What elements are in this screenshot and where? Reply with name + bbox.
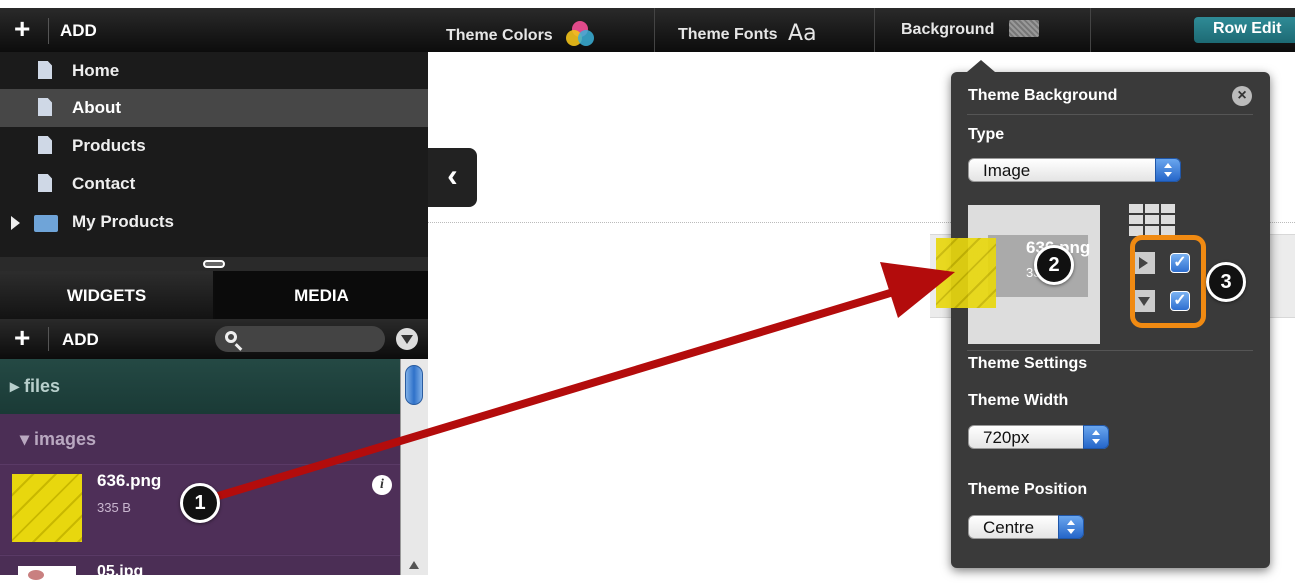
type-select[interactable]: Image bbox=[968, 158, 1181, 182]
folder-files-label: ▸ files bbox=[10, 376, 61, 396]
select-arrows-icon bbox=[1083, 425, 1109, 449]
theme-colors-label: Theme Colors bbox=[446, 27, 553, 44]
scrollbar-thumb[interactable] bbox=[405, 365, 423, 405]
tab-media[interactable]: MEDIA bbox=[215, 271, 428, 319]
popover-pointer bbox=[967, 60, 995, 72]
theme-toolbar: Theme Colors Theme Fonts Aa Background R… bbox=[428, 8, 1295, 52]
theme-colors-button[interactable]: Theme Colors bbox=[446, 20, 597, 48]
document-icon bbox=[38, 61, 52, 79]
add-media-plus-icon[interactable]: + bbox=[14, 321, 30, 355]
theme-background-panel: Theme Background × Type Image 636.png 33… bbox=[951, 60, 1270, 568]
image-thumbnail[interactable] bbox=[18, 566, 76, 586]
annotation-marker-1: 1 bbox=[180, 483, 220, 523]
theme-width-value: 720px bbox=[983, 428, 1030, 447]
divider bbox=[1090, 8, 1091, 52]
page-label: About bbox=[72, 98, 122, 117]
media-item-name: 636.png bbox=[97, 471, 162, 490]
panel-title: Theme Background bbox=[968, 87, 1118, 104]
folder-icon bbox=[34, 215, 58, 232]
add-page-plus-icon[interactable]: + bbox=[14, 12, 30, 46]
type-label: Type bbox=[968, 126, 1005, 143]
type-select-value: Image bbox=[983, 161, 1031, 180]
scroll-up-arrow-icon[interactable] bbox=[409, 561, 419, 569]
media-item-name: 05.jpg bbox=[97, 563, 144, 580]
page-label: Home bbox=[72, 61, 120, 80]
font-aa-icon: Aa bbox=[788, 21, 817, 46]
document-icon bbox=[38, 136, 52, 154]
page-label: Products bbox=[72, 136, 146, 155]
page-item-my-products[interactable]: My Products bbox=[0, 203, 428, 241]
splitter-grip-icon[interactable] bbox=[203, 260, 225, 268]
divider bbox=[48, 18, 49, 44]
document-icon bbox=[38, 174, 52, 192]
background-swatch-icon bbox=[1008, 20, 1039, 37]
canvas-image-thumbnail bbox=[936, 238, 996, 308]
page-item-contact[interactable]: Contact bbox=[0, 165, 428, 203]
tile-grid-icon bbox=[1129, 204, 1175, 236]
divider bbox=[48, 327, 49, 351]
divider bbox=[654, 8, 655, 52]
theme-position-label: Theme Position bbox=[968, 481, 1088, 498]
divider bbox=[874, 8, 875, 52]
folder-files[interactable]: ▸ files bbox=[0, 359, 400, 414]
panel-splitter[interactable] bbox=[0, 257, 428, 271]
theme-position-select[interactable]: Centre bbox=[968, 515, 1084, 539]
row-edit-button[interactable]: Row Edit bbox=[1194, 17, 1295, 43]
page-item-about[interactable]: About bbox=[0, 89, 428, 127]
pages-add-bar: + ADD bbox=[0, 8, 428, 52]
theme-fonts-label: Theme Fonts bbox=[678, 26, 778, 43]
page-item-home[interactable]: Home bbox=[0, 52, 428, 90]
media-item-size: 335 B bbox=[97, 500, 131, 515]
theme-width-label: Theme Width bbox=[968, 392, 1069, 409]
theme-width-select[interactable]: 720px bbox=[968, 425, 1109, 449]
color-circles-icon bbox=[566, 21, 595, 46]
media-scrollbar[interactable] bbox=[400, 359, 428, 575]
add-media-button[interactable]: ADD bbox=[62, 330, 99, 350]
close-icon[interactable]: × bbox=[1232, 86, 1252, 106]
expand-triangle-icon[interactable] bbox=[11, 216, 20, 230]
page-label: My Products bbox=[72, 212, 175, 231]
pages-tree: Home About Products Contact My Products bbox=[0, 52, 428, 257]
media-item[interactable]: 05.jpg bbox=[0, 555, 400, 586]
page-label: Contact bbox=[72, 174, 136, 193]
media-toolbar: + ADD bbox=[0, 319, 428, 359]
background-button[interactable]: Background bbox=[901, 20, 1039, 39]
collapse-sidebar-button[interactable]: ‹ bbox=[428, 148, 477, 207]
theme-fonts-button[interactable]: Theme Fonts Aa bbox=[678, 20, 817, 46]
document-icon bbox=[38, 98, 52, 116]
annotation-marker-3: 3 bbox=[1206, 262, 1246, 302]
divider bbox=[967, 114, 1253, 115]
annotation-marker-2: 2 bbox=[1034, 245, 1074, 285]
select-arrows-icon bbox=[1155, 158, 1181, 182]
dropdown-circle-icon[interactable] bbox=[396, 328, 418, 350]
widget-media-tabs: WIDGETS MEDIA bbox=[0, 271, 428, 319]
background-label: Background bbox=[901, 21, 995, 38]
page-item-products[interactable]: Products bbox=[0, 127, 428, 165]
info-icon[interactable]: i bbox=[372, 475, 392, 495]
add-page-button[interactable]: ADD bbox=[60, 21, 97, 41]
theme-position-value: Centre bbox=[983, 518, 1035, 537]
tab-widgets[interactable]: WIDGETS bbox=[0, 271, 213, 319]
image-thumbnail[interactable] bbox=[12, 474, 82, 542]
select-arrows-icon bbox=[1058, 515, 1084, 539]
folder-images-label[interactable]: ▾ images bbox=[20, 429, 96, 450]
highlight-box bbox=[1130, 235, 1206, 328]
divider bbox=[967, 350, 1253, 351]
top-border bbox=[0, 0, 1295, 8]
theme-settings-heading: Theme Settings bbox=[968, 355, 1088, 372]
search-icon bbox=[225, 331, 237, 343]
